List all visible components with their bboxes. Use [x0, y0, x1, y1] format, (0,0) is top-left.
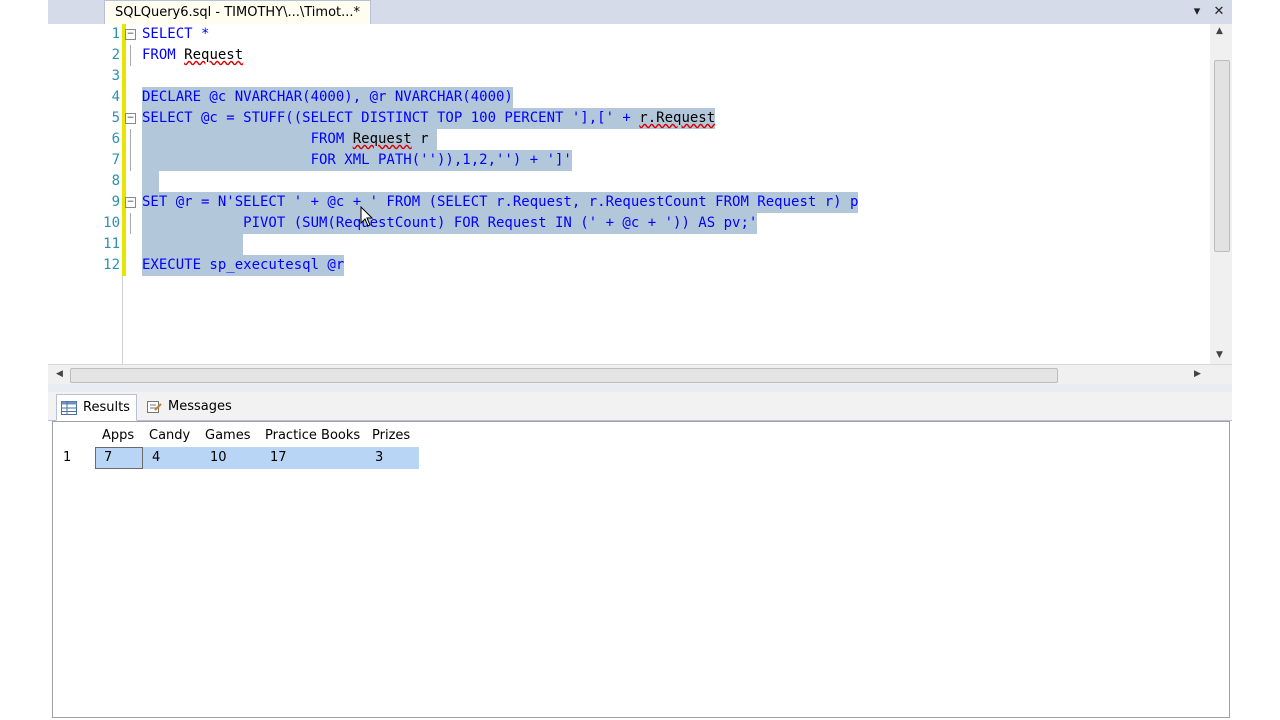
row-number[interactable]: 1 — [63, 447, 71, 469]
change-marker — [122, 87, 126, 108]
code-line: 1 − SELECT * — [48, 24, 1208, 45]
pane-splitter[interactable] — [48, 384, 1232, 392]
table-cell[interactable]: 17 — [270, 447, 287, 469]
code-token: FROM — [142, 131, 353, 147]
change-marker — [122, 255, 126, 276]
tab-sqlquery6[interactable]: SQLQuery6.sql - TIMOTHY\...\Timot...* — [104, 0, 372, 25]
code-token: SELECT @c = STUFF((SELECT DISTINCT TOP 1… — [142, 110, 640, 126]
code-line: 11 — [48, 234, 1208, 255]
change-marker — [122, 129, 126, 150]
horizontal-scroll-thumb[interactable] — [70, 368, 1058, 383]
code-text: SELECT @c = STUFF((SELECT DISTINCT TOP 1… — [142, 108, 716, 129]
table-cell[interactable]: 10 — [210, 447, 227, 469]
selected-row-highlight — [95, 447, 419, 469]
scroll-down-icon[interactable]: ▼ — [1216, 350, 1223, 360]
line-number: 2 — [111, 47, 120, 63]
scroll-right-icon[interactable]: ▶ — [1194, 369, 1201, 379]
code-text: DECLARE @c NVARCHAR(4000), @r NVARCHAR(4… — [142, 87, 513, 108]
editor-horizontal-scrollbar[interactable]: ◀ ▶ — [48, 364, 1232, 385]
line-number: 5 — [111, 110, 120, 126]
code-token: Request — [352, 131, 412, 147]
code-text: FROM Request — [142, 45, 243, 66]
change-marker — [122, 171, 126, 192]
tab-title: SQLQuery6.sql - TIMOTHY\...\Timot...* — [115, 5, 361, 20]
code-token: Request — [184, 47, 244, 63]
messages-icon — [147, 400, 162, 413]
left-margin — [0, 0, 48, 720]
column-header[interactable]: Prizes — [372, 426, 410, 446]
column-header[interactable]: Practice Books — [265, 426, 360, 446]
code-line: 4 DECLARE @c NVARCHAR(4000), @r NVARCHAR… — [48, 87, 1208, 108]
mouse-cursor-icon — [360, 206, 374, 227]
code-line: 7 FOR XML PATH('')),1,2,'') + ']' — [48, 150, 1208, 171]
tab-dropdown-icon[interactable]: ▾ — [1188, 3, 1206, 21]
change-marker — [122, 45, 126, 66]
fold-line — [130, 45, 131, 66]
code-text: PIVOT (SUM(RequestCount) FOR Request IN … — [142, 213, 758, 234]
fold-line — [130, 129, 131, 150]
code-token: FROM — [142, 47, 185, 63]
change-marker — [122, 213, 126, 234]
change-marker — [122, 150, 126, 171]
line-number: 8 — [111, 173, 120, 189]
line-number: 6 — [111, 131, 120, 147]
collapse-icon[interactable]: − — [125, 113, 136, 124]
code-text: SET @r = N'SELECT ' + @c + ' FROM (SELEC… — [142, 192, 859, 213]
code-text — [142, 234, 244, 255]
line-number: 12 — [103, 257, 120, 273]
close-tab-icon[interactable]: ✕ — [1210, 3, 1228, 21]
tab-results[interactable]: Results — [56, 394, 137, 421]
code-text: FROM Request r — [142, 129, 438, 150]
line-number: 1 — [111, 26, 120, 42]
code-token: r — [411, 131, 438, 147]
line-number: 9 — [111, 194, 120, 210]
code-line: 10 PIVOT (SUM(RequestCount) FOR Request … — [48, 213, 1208, 234]
table-cell[interactable]: 7 — [104, 447, 112, 469]
code-line: 3 — [48, 66, 1208, 87]
table-cell[interactable]: 4 — [152, 447, 160, 469]
fold-line — [130, 150, 131, 171]
tab-messages[interactable]: Messages — [142, 394, 238, 419]
collapse-icon[interactable]: − — [125, 197, 136, 208]
results-grid[interactable]: Apps Candy Games Practice Books Prizes 1… — [52, 421, 1230, 718]
change-marker — [122, 234, 126, 255]
code-line: 8 — [48, 171, 1208, 192]
code-line: 5 − SELECT @c = STUFF((SELECT DISTINCT T… — [48, 108, 1208, 129]
tab-results-label: Results — [83, 400, 130, 415]
code-line: 9 − SET @r = N'SELECT ' + @c + ' FROM (S… — [48, 192, 1208, 213]
scroll-up-icon[interactable]: ▲ — [1216, 26, 1223, 36]
query-editor[interactable]: 1 − SELECT * 2 FROM Request 3 4 DECLARE … — [48, 24, 1232, 364]
fold-line — [130, 213, 131, 234]
column-header[interactable]: Games — [205, 426, 250, 446]
right-margin — [1232, 0, 1280, 720]
line-number: 7 — [111, 152, 120, 168]
line-number: 10 — [103, 215, 120, 231]
column-header[interactable]: Candy — [149, 426, 190, 446]
change-marker — [122, 66, 126, 87]
line-number: 4 — [111, 89, 120, 105]
editor-vertical-scrollbar[interactable]: ▲ ▼ — [1210, 24, 1232, 364]
column-header[interactable]: Apps — [102, 426, 134, 446]
code-line: 12 EXECUTE sp_executesql @r — [48, 255, 1208, 276]
code-line: 6 FROM Request r — [48, 129, 1208, 150]
line-number: 11 — [103, 236, 120, 252]
code-token: r.Request — [639, 110, 716, 126]
collapse-icon[interactable]: − — [125, 29, 136, 40]
code-text: FOR XML PATH('')),1,2,'') + ']' — [142, 150, 572, 171]
code-text: SELECT * — [142, 26, 210, 42]
table-cell[interactable]: 3 — [375, 447, 383, 469]
active-cell-border — [95, 447, 143, 469]
scroll-left-icon[interactable]: ◀ — [56, 369, 63, 379]
code-text — [142, 171, 159, 192]
code-line: 2 FROM Request — [48, 45, 1208, 66]
code-text: EXECUTE sp_executesql @r — [142, 255, 345, 276]
document-tab-bar: SQLQuery6.sql - TIMOTHY\...\Timot...* ▾ … — [48, 0, 1232, 25]
line-number: 3 — [111, 68, 120, 84]
grid-icon — [61, 400, 77, 415]
results-tab-strip: Results Messages — [48, 392, 1232, 421]
vertical-scroll-thumb[interactable] — [1214, 60, 1230, 252]
tab-messages-label: Messages — [168, 399, 232, 414]
